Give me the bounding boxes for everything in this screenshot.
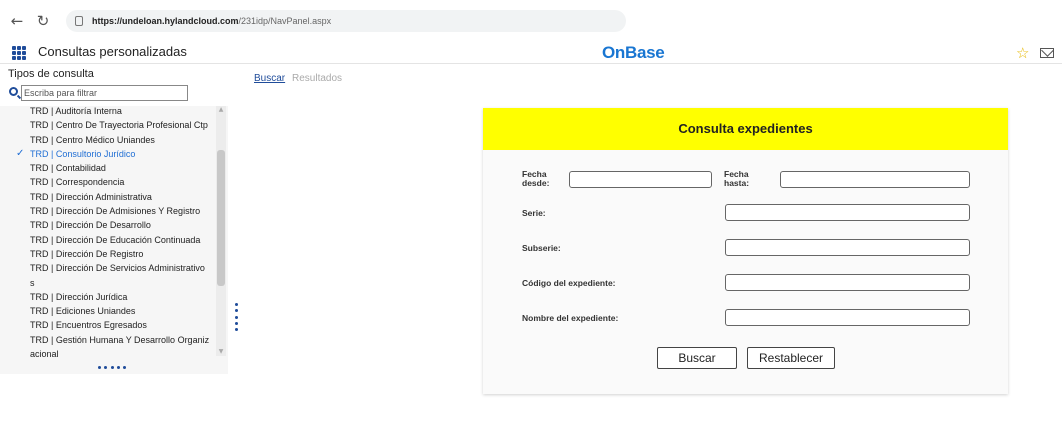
nombre-expediente-input[interactable] bbox=[725, 309, 970, 326]
list-item-label: TRD | Centro De Trayectoria Profesional … bbox=[30, 120, 208, 131]
filter-input[interactable] bbox=[21, 85, 188, 101]
subserie-input[interactable] bbox=[725, 239, 970, 256]
tab-buscar[interactable]: Buscar bbox=[254, 73, 285, 84]
search-form-card: Consulta expedientes Fecha desde: Fecha … bbox=[483, 108, 1008, 394]
list-item[interactable]: TRD | Auditoría Interna bbox=[0, 106, 214, 118]
list-item[interactable]: TRD | Centro De Trayectoria Profesional … bbox=[0, 118, 214, 132]
subserie-label: Subserie: bbox=[522, 243, 561, 253]
list-item[interactable]: TRD | Dirección Administrativa bbox=[0, 190, 214, 204]
list-item[interactable]: TRD | Dirección De Desarrollo bbox=[0, 218, 214, 232]
list-scrollbar[interactable]: ▲ ▼ bbox=[216, 106, 226, 356]
list-item[interactable]: TRD | Dirección De Educación Continuada bbox=[0, 233, 214, 247]
restablecer-button[interactable]: Restablecer bbox=[747, 347, 835, 369]
search-icon bbox=[9, 87, 18, 96]
list-item-label: TRD | Dirección De Servicios Administrat… bbox=[30, 263, 205, 288]
list-item[interactable]: TRD | Ediciones Uniandes bbox=[0, 304, 214, 318]
resize-handle-vertical[interactable] bbox=[235, 303, 239, 331]
nombre-expediente-label: Nombre del expediente: bbox=[522, 313, 619, 323]
scroll-down-icon[interactable]: ▼ bbox=[217, 348, 225, 356]
filter-box bbox=[8, 85, 188, 101]
mail-icon[interactable] bbox=[1040, 48, 1054, 58]
list-item[interactable]: TRD | Dirección De Registro bbox=[0, 247, 214, 261]
check-icon: ✓ bbox=[16, 147, 25, 159]
fecha-desde-label: Fecha desde: bbox=[522, 169, 550, 188]
brand-logo: OnBase bbox=[602, 43, 665, 62]
list-item[interactable]: TRD | Correspondencia bbox=[0, 175, 214, 189]
app-menu-grid-icon[interactable] bbox=[12, 46, 26, 60]
scroll-up-icon[interactable]: ▲ bbox=[217, 106, 225, 114]
list-item-label: TRD | Contabilidad bbox=[30, 163, 106, 174]
list-item[interactable]: TRD | Gestión Humana Y Desarrollo Organi… bbox=[0, 333, 214, 362]
list-item-label: TRD | Encuentros Egresados bbox=[30, 320, 147, 331]
list-item[interactable]: ✓ TRD | Consultorio Jurídico bbox=[0, 147, 214, 161]
list-item[interactable]: TRD | Contabilidad bbox=[0, 161, 214, 175]
list-item-label: TRD | Ediciones Uniandes bbox=[30, 306, 136, 317]
serie-input[interactable] bbox=[725, 204, 970, 221]
lock-icon bbox=[75, 16, 83, 26]
resize-handle-horizontal[interactable] bbox=[98, 366, 126, 370]
list-item-label: TRD | Consultorio Jurídico bbox=[30, 148, 136, 159]
reload-icon[interactable]: ↻ bbox=[34, 12, 52, 30]
codigo-expediente-label: Código del expediente: bbox=[522, 278, 616, 288]
list-item-label: TRD | Gestión Humana Y Desarrollo Organi… bbox=[30, 334, 210, 360]
form-body: Fecha desde: Fecha hasta: Serie: Subseri… bbox=[483, 150, 1008, 394]
browser-toolbar: ← ↻ https://undeloan.hylandcloud.com/231… bbox=[0, 0, 1062, 42]
list-item[interactable]: TRD | Encuentros Egresados bbox=[0, 318, 214, 332]
buscar-button[interactable]: Buscar bbox=[657, 347, 737, 369]
list-item[interactable]: TRD | Dirección De Admisiones Y Registro bbox=[0, 204, 214, 218]
fecha-hasta-input[interactable] bbox=[780, 171, 970, 188]
list-item-label: TRD | Dirección De Desarrollo bbox=[30, 220, 151, 231]
fecha-hasta-label: Fecha hasta: bbox=[724, 169, 750, 188]
back-arrow-icon[interactable]: ← bbox=[8, 12, 26, 30]
query-types-panel: Tipos de consulta TRD | Auditoría Intern… bbox=[0, 66, 232, 433]
panel-title: Tipos de consulta bbox=[8, 68, 94, 80]
app-header: Consultas personalizadas OnBase ☆ bbox=[0, 42, 1062, 64]
url-path: /231idp/NavPanel.aspx bbox=[238, 16, 332, 26]
list-item-label: TRD | Auditoría Interna bbox=[30, 106, 122, 116]
list-item[interactable]: TRD | Centro Médico Uniandes bbox=[0, 133, 214, 147]
codigo-expediente-input[interactable] bbox=[725, 274, 970, 291]
list-item[interactable]: TRD | Dirección Jurídica bbox=[0, 290, 214, 304]
list-item-label: TRD | Dirección De Educación Continuada bbox=[30, 234, 201, 245]
page-title: Consultas personalizadas bbox=[38, 44, 187, 59]
list-item-label: TRD | Dirección De Admisiones Y Registro bbox=[30, 206, 201, 217]
list-item-label: TRD | Dirección De Registro bbox=[30, 248, 144, 259]
address-bar[interactable]: https://undeloan.hylandcloud.com/231idp/… bbox=[66, 10, 626, 32]
list-container: TRD | Auditoría Interna TRD | Centro De T… bbox=[0, 106, 214, 361]
query-type-list: TRD | Auditoría Interna TRD | Centro De T… bbox=[0, 106, 228, 374]
star-icon[interactable]: ☆ bbox=[1016, 44, 1029, 62]
list-item-label: TRD | Dirección Jurídica bbox=[30, 291, 128, 302]
serie-label: Serie: bbox=[522, 208, 546, 218]
form-title: Consulta expedientes bbox=[483, 108, 1008, 150]
url-host: https://undeloan.hylandcloud.com bbox=[92, 16, 239, 26]
list-item[interactable]: TRD | Dirección De Servicios Administrat… bbox=[0, 261, 214, 290]
list-item-label: TRD | Centro Médico Uniandes bbox=[30, 134, 155, 145]
tab-resultados[interactable]: Resultados bbox=[292, 73, 342, 84]
scroll-thumb[interactable] bbox=[217, 150, 225, 286]
fecha-desde-input[interactable] bbox=[569, 171, 712, 188]
list-item-label: TRD | Dirección Administrativa bbox=[30, 191, 152, 202]
list-item-label: TRD | Correspondencia bbox=[30, 177, 125, 188]
